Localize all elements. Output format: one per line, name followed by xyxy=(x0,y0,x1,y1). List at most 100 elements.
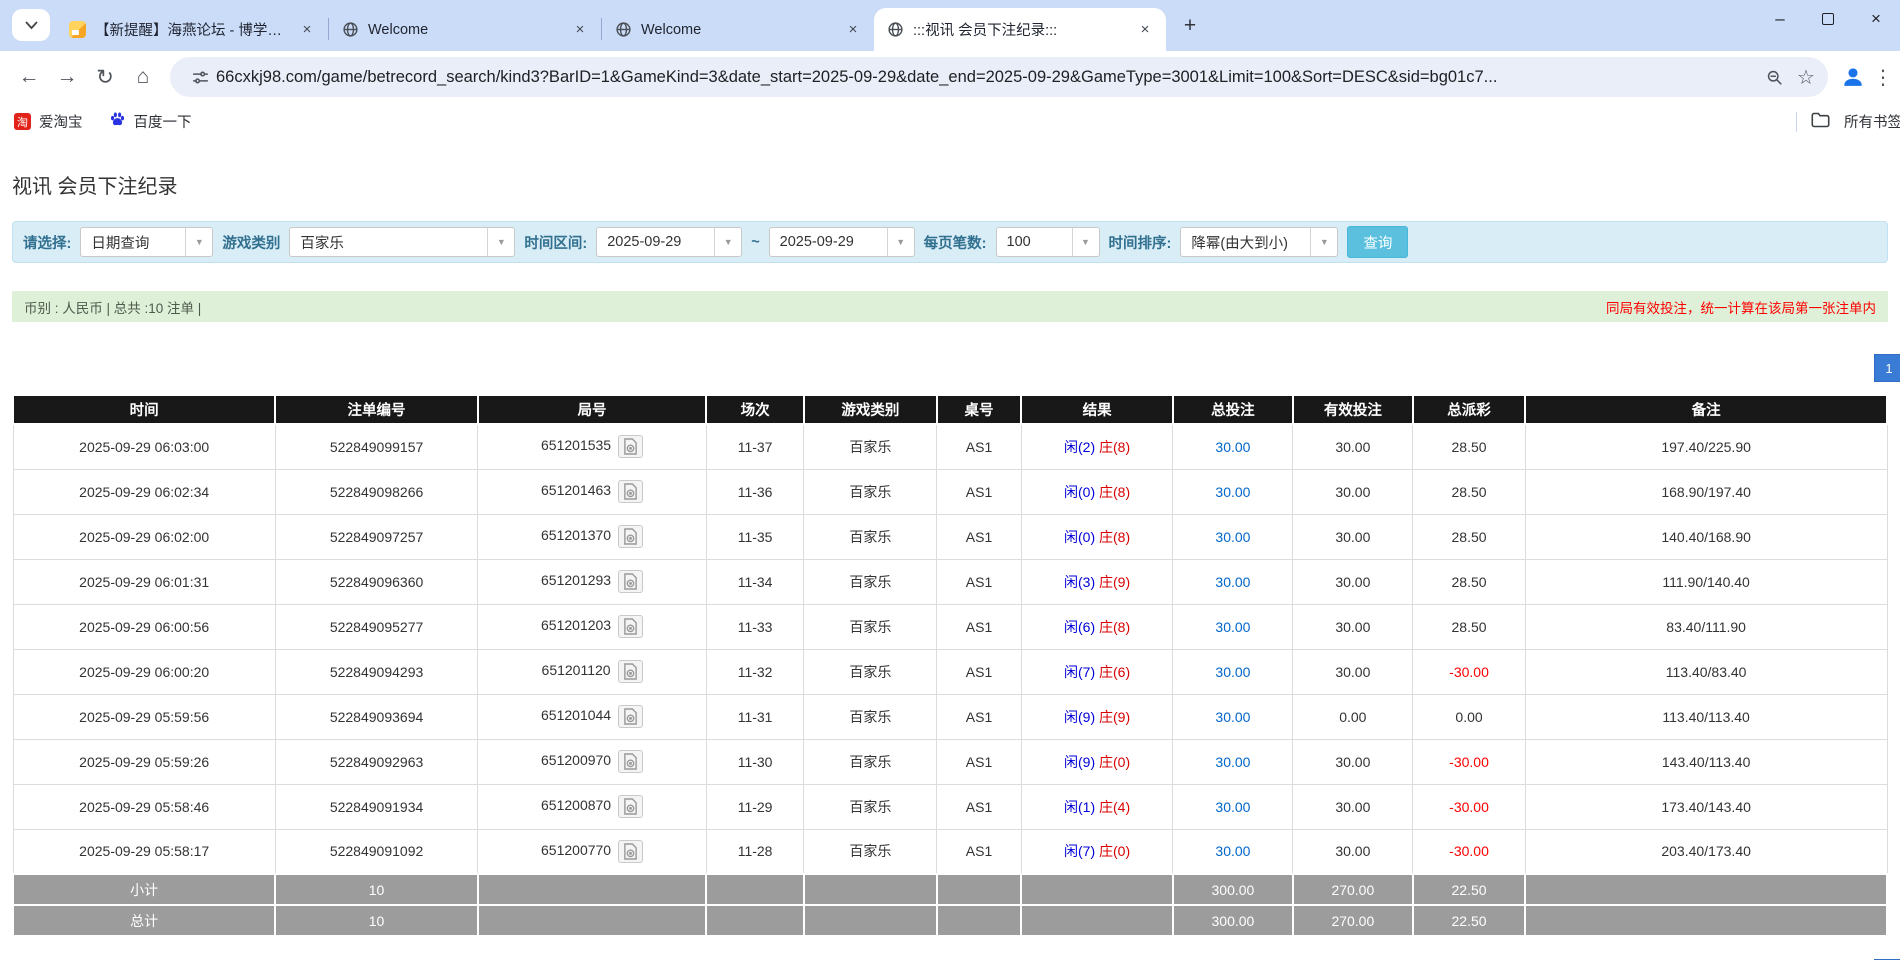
cell-note: 113.40/83.40 xyxy=(1525,649,1887,694)
result-banker: 庄(8) xyxy=(1099,439,1130,455)
total-bet-link[interactable]: 30.00 xyxy=(1215,484,1250,500)
site-info-icon[interactable] xyxy=(184,61,216,93)
summary-currency-count: 币别 : 人民币 | 总共 :10 注单 | xyxy=(24,297,201,317)
cell-result: 闲(9) 庄(0) xyxy=(1021,739,1173,784)
tab-bet-records-active[interactable]: :::视讯 会员下注纪录::: × xyxy=(874,8,1166,51)
new-tab-button[interactable]: + xyxy=(1174,10,1206,42)
video-replay-button[interactable] xyxy=(618,840,643,863)
date-tilde: ~ xyxy=(751,234,759,250)
cell-round-id: 651201293 xyxy=(478,559,707,604)
cell-valid-bet: 30.00 xyxy=(1293,784,1413,829)
home-button[interactable]: ⌂ xyxy=(124,58,162,96)
video-replay-button[interactable] xyxy=(618,705,643,728)
cell-session: 11-31 xyxy=(706,694,803,739)
folder-icon xyxy=(1811,112,1830,132)
cell-note: 203.40/173.40 xyxy=(1525,829,1887,874)
bookmark-baidu[interactable]: 百度一下 xyxy=(109,111,192,132)
cell-bet-id: 522849099157 xyxy=(275,424,477,469)
cell-total-bet: 30.00 xyxy=(1173,469,1293,514)
taobao-icon: 淘 xyxy=(14,113,31,130)
forward-button[interactable]: → xyxy=(48,58,86,96)
cell-result: 闲(0) 庄(8) xyxy=(1021,514,1173,559)
total-bet-link[interactable]: 30.00 xyxy=(1215,799,1250,815)
tab-close-icon[interactable]: × xyxy=(569,19,591,41)
video-replay-button[interactable] xyxy=(618,525,643,548)
game-type-label: 游戏类别 xyxy=(222,232,280,253)
tab-welcome-1[interactable]: Welcome × xyxy=(329,8,601,51)
total-bet-link[interactable]: 30.00 xyxy=(1215,664,1250,680)
query-mode-select[interactable]: 日期查询 ▼ xyxy=(80,227,213,257)
cell-total-bet: 30.00 xyxy=(1173,604,1293,649)
cell-valid-bet: 30.00 xyxy=(1293,739,1413,784)
cell-payout: 28.50 xyxy=(1413,604,1525,649)
maximize-button[interactable] xyxy=(1804,0,1852,38)
bookmark-star-icon[interactable]: ☆ xyxy=(1790,61,1822,93)
total-valid-bet: 270.00 xyxy=(1293,905,1413,936)
total-bet-link[interactable]: 30.00 xyxy=(1215,843,1250,859)
tab-close-icon[interactable]: × xyxy=(1134,19,1156,41)
cell-game: 百家乐 xyxy=(804,514,937,559)
total-bet-link[interactable]: 30.00 xyxy=(1215,619,1250,635)
tab-strip: 【新提醒】海燕论坛 - 博学交流 × Welcome × Welcome × :… xyxy=(0,0,1900,51)
cell-table-no: AS1 xyxy=(937,469,1021,514)
query-button[interactable]: 查询 xyxy=(1347,226,1408,258)
cell-game: 百家乐 xyxy=(804,829,937,874)
cell-bet-id: 522849096360 xyxy=(275,559,477,604)
page-number-button[interactable]: 1 xyxy=(1874,354,1900,382)
address-bar[interactable]: 66cxkj98.com/game/betrecord_search/kind3… xyxy=(170,57,1828,97)
cell-note: 140.40/168.90 xyxy=(1525,514,1887,559)
date-start-select[interactable]: 2025-09-29 ▼ xyxy=(596,227,742,257)
video-replay-button[interactable] xyxy=(618,570,643,593)
cell-total-bet: 30.00 xyxy=(1173,649,1293,694)
video-replay-button[interactable] xyxy=(618,660,643,683)
cell-result: 闲(9) 庄(9) xyxy=(1021,694,1173,739)
total-bet-link[interactable]: 30.00 xyxy=(1215,754,1250,770)
per-page-select[interactable]: 100 ▼ xyxy=(996,227,1100,257)
tab-search-button[interactable] xyxy=(12,9,50,41)
total-bet-link[interactable]: 30.00 xyxy=(1215,574,1250,590)
cell-time: 2025-09-29 06:00:56 xyxy=(13,604,275,649)
zoom-indicator-icon[interactable] xyxy=(1758,61,1790,93)
close-window-button[interactable]: × xyxy=(1852,0,1900,38)
date-end-select[interactable]: 2025-09-29 ▼ xyxy=(769,227,915,257)
video-replay-button[interactable] xyxy=(618,795,643,818)
back-button[interactable]: ← xyxy=(10,58,48,96)
cell-time: 2025-09-29 06:02:00 xyxy=(13,514,275,559)
minimize-button[interactable]: – xyxy=(1756,0,1804,38)
cell-time: 2025-09-29 06:00:20 xyxy=(13,649,275,694)
browser-menu-icon[interactable]: ⋮ xyxy=(1870,65,1896,90)
tab-close-icon[interactable]: × xyxy=(296,19,318,41)
table-row: 2025-09-29 06:01:31 522849096360 6512012… xyxy=(13,559,1887,604)
total-bet-link[interactable]: 30.00 xyxy=(1215,439,1250,455)
tab-welcome-2[interactable]: Welcome × xyxy=(602,8,874,51)
total-bet-link[interactable]: 30.00 xyxy=(1215,529,1250,545)
globe-icon xyxy=(886,21,904,39)
tab-forum[interactable]: 【新提醒】海燕论坛 - 博学交流 × xyxy=(56,8,328,51)
video-replay-button[interactable] xyxy=(618,750,643,773)
cell-result: 闲(0) 庄(8) xyxy=(1021,469,1173,514)
cell-session: 11-36 xyxy=(706,469,803,514)
cell-total-bet: 30.00 xyxy=(1173,424,1293,469)
result-player: 闲(0) xyxy=(1064,484,1095,500)
table-row: 2025-09-29 05:59:56 522849093694 6512010… xyxy=(13,694,1887,739)
video-replay-button[interactable] xyxy=(618,615,643,638)
reload-button[interactable]: ↻ xyxy=(86,58,124,96)
cell-session: 11-37 xyxy=(706,424,803,469)
tab-close-icon[interactable]: × xyxy=(842,19,864,41)
total-row: 总计 10 300.00 270.00 22.50 xyxy=(13,905,1887,936)
profile-avatar[interactable] xyxy=(1836,60,1870,94)
cell-session: 11-33 xyxy=(706,604,803,649)
result-player: 闲(0) xyxy=(1064,529,1095,545)
all-bookmarks-label[interactable]: 所有书签 xyxy=(1844,111,1900,132)
bookmark-aitaobao[interactable]: 淘 爱淘宝 xyxy=(14,111,83,132)
table-row: 2025-09-29 06:03:00 522849099157 6512015… xyxy=(13,424,1887,469)
table-row: 2025-09-29 06:02:00 522849097257 6512013… xyxy=(13,514,1887,559)
video-replay-button[interactable] xyxy=(618,435,643,458)
url-text[interactable]: 66cxkj98.com/game/betrecord_search/kind3… xyxy=(216,68,1758,87)
col-session: 场次 xyxy=(706,395,803,424)
total-bet-link[interactable]: 30.00 xyxy=(1215,709,1250,725)
baidu-paw-icon xyxy=(109,111,126,132)
game-type-select[interactable]: 百家乐 ▼ xyxy=(289,227,515,257)
sort-select[interactable]: 降幂(由大到小) ▼ xyxy=(1180,227,1338,257)
video-replay-button[interactable] xyxy=(618,480,643,503)
